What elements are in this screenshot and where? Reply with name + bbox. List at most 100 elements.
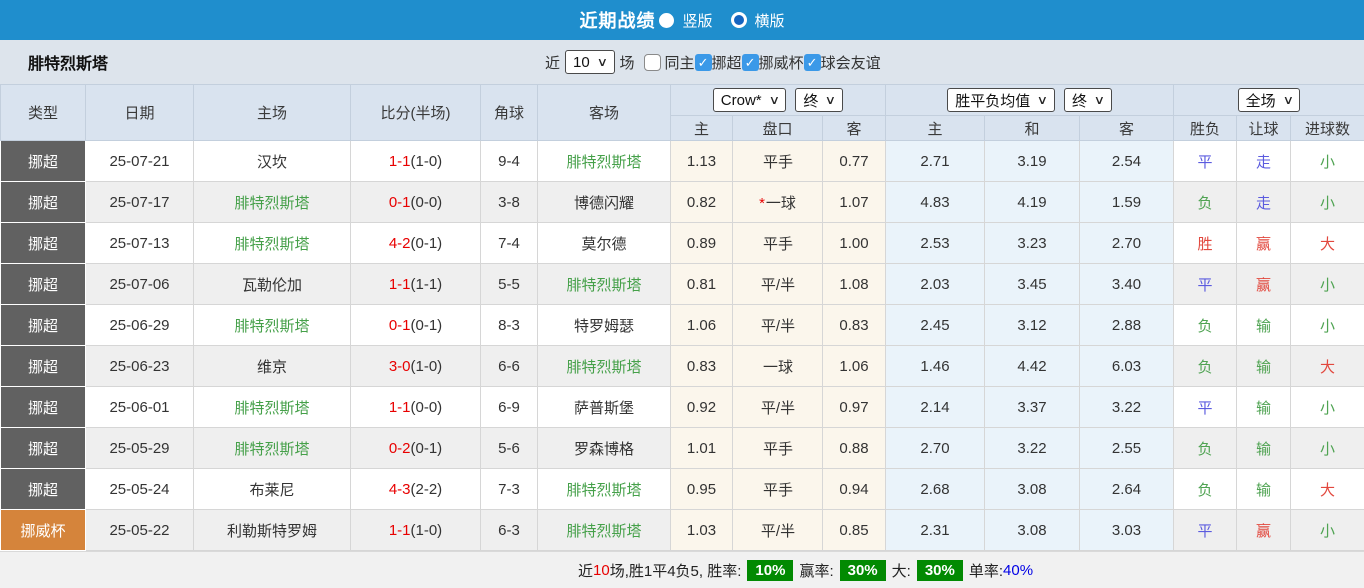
table-row: 挪超 25-07-21 汉坎 1-1(1-0) 9-4 腓特烈斯塔 1.13 平… bbox=[1, 141, 1364, 182]
radio-vertical-label[interactable]: 竖版 bbox=[682, 10, 712, 31]
fulltime-score: 0-2 bbox=[389, 440, 411, 457]
cell-avg-home-odds: 2.14 bbox=[886, 387, 985, 428]
chevron-down-icon: ∨ bbox=[596, 56, 607, 68]
checkbox-unchecked-icon[interactable] bbox=[644, 54, 661, 71]
bookmaker-select[interactable]: Crow* ∨ bbox=[713, 88, 787, 112]
cell-avg-away-odds: 3.40 bbox=[1080, 264, 1174, 305]
radio-horizontal-label[interactable]: 横版 bbox=[755, 10, 785, 31]
subcol-goals-result: 进球数 bbox=[1291, 116, 1364, 141]
cell-ah-home-odds: 1.13 bbox=[671, 141, 733, 182]
cell-date: 25-07-06 bbox=[86, 264, 194, 305]
cell-goals-result: 小 bbox=[1291, 510, 1364, 551]
summary-prefix: 近 bbox=[578, 560, 593, 581]
cell-date: 25-06-23 bbox=[86, 346, 194, 387]
subcol-avg-home: 主 bbox=[886, 116, 985, 141]
cell-away-team: 特罗姆瑟 bbox=[538, 305, 671, 346]
cell-avg-draw-odds: 3.08 bbox=[985, 469, 1080, 510]
match-count-select[interactable]: 10 ∨ bbox=[565, 50, 614, 74]
line-text: 平/半 bbox=[761, 523, 795, 540]
cell-handicap-result: 输 bbox=[1237, 469, 1291, 510]
cell-avg-home-odds: 2.71 bbox=[886, 141, 985, 182]
cell-avg-away-odds: 2.64 bbox=[1080, 469, 1174, 510]
chevron-down-icon: ∨ bbox=[1037, 94, 1048, 106]
cell-date: 25-07-13 bbox=[86, 223, 194, 264]
filter-checkbox-同主[interactable]: 同主 bbox=[640, 52, 695, 73]
cell-wdl-result: 平 bbox=[1174, 141, 1237, 182]
topbar: 近期战绩 竖版 横版 bbox=[0, 0, 1364, 40]
cell-handicap-result: 走 bbox=[1237, 141, 1291, 182]
cell-ah-away-odds: 0.97 bbox=[823, 387, 886, 428]
cell-avg-home-odds: 2.53 bbox=[886, 223, 985, 264]
handicap-time-value: 终 bbox=[803, 90, 818, 111]
cell-home-team: 腓特烈斯塔 bbox=[194, 387, 351, 428]
cell-away-team: 博德闪耀 bbox=[538, 182, 671, 223]
cell-league-type: 挪超 bbox=[1, 264, 86, 305]
cell-avg-home-odds: 2.45 bbox=[886, 305, 985, 346]
cell-home-team: 瓦勒伦加 bbox=[194, 264, 351, 305]
cell-ah-away-odds: 1.06 bbox=[823, 346, 886, 387]
halftime-score: (0-1) bbox=[411, 235, 443, 252]
filter-checkbox-挪超[interactable]: ✓挪超 bbox=[695, 52, 742, 73]
filter-checkbox-球会友谊[interactable]: ✓球会友谊 bbox=[804, 52, 881, 73]
line-text: 一球 bbox=[763, 359, 793, 376]
col-header-home: 主场 bbox=[194, 85, 351, 141]
handicap-time-select[interactable]: 终 ∨ bbox=[795, 88, 843, 112]
cell-corners: 9-4 bbox=[481, 141, 538, 182]
radio-horizontal-layout[interactable] bbox=[731, 12, 747, 28]
cell-avg-home-odds: 1.46 bbox=[886, 346, 985, 387]
cell-score: 1-1(1-0) bbox=[351, 510, 481, 551]
cell-handicap-result: 赢 bbox=[1237, 223, 1291, 264]
cell-ah-line: *一球 bbox=[733, 182, 823, 223]
halftime-score: (0-0) bbox=[411, 399, 443, 416]
cell-ah-home-odds: 0.89 bbox=[671, 223, 733, 264]
filter-bar: 腓特烈斯塔 近 10 ∨ 场 同主✓挪超✓挪威杯✓球会友谊 bbox=[0, 40, 1364, 84]
cell-away-team: 萨普斯堡 bbox=[538, 387, 671, 428]
halftime-score: (1-0) bbox=[411, 522, 443, 539]
cell-ah-home-odds: 0.82 bbox=[671, 182, 733, 223]
chevron-down-icon: ∨ bbox=[825, 94, 836, 106]
period-select[interactable]: 全场 ∨ bbox=[1238, 88, 1301, 112]
col-header-away: 客场 bbox=[538, 85, 671, 141]
cell-score: 1-1(1-1) bbox=[351, 264, 481, 305]
subcol-avg-draw: 和 bbox=[985, 116, 1080, 141]
cell-avg-draw-odds: 3.37 bbox=[985, 387, 1080, 428]
cell-goals-result: 小 bbox=[1291, 141, 1364, 182]
wdl-time-select[interactable]: 终 ∨ bbox=[1064, 88, 1112, 112]
radio-vertical-layout[interactable] bbox=[659, 13, 674, 28]
cell-wdl-result: 负 bbox=[1174, 346, 1237, 387]
line-text: 平手 bbox=[763, 482, 793, 499]
halftime-score: (0-0) bbox=[411, 194, 443, 211]
table-row: 挪超 25-07-06 瓦勒伦加 1-1(1-1) 5-5 腓特烈斯塔 0.81… bbox=[1, 264, 1364, 305]
period-select-value: 全场 bbox=[1246, 90, 1276, 111]
cell-ah-away-odds: 1.08 bbox=[823, 264, 886, 305]
checkbox-checked-icon[interactable]: ✓ bbox=[695, 54, 712, 71]
subcol-ah-home: 主 bbox=[671, 116, 733, 141]
subcol-handicap-result: 让球 bbox=[1237, 116, 1291, 141]
halftime-score: (1-0) bbox=[411, 153, 443, 170]
wdl-average-select[interactable]: 胜平负均值 ∨ bbox=[947, 88, 1055, 112]
cell-ah-away-odds: 0.83 bbox=[823, 305, 886, 346]
table-row: 挪超 25-06-23 维京 3-0(1-0) 6-6 腓特烈斯塔 0.83 一… bbox=[1, 346, 1364, 387]
checkbox-checked-icon[interactable]: ✓ bbox=[804, 54, 821, 71]
filter-checkbox-挪威杯[interactable]: ✓挪威杯 bbox=[742, 52, 804, 73]
cell-ah-home-odds: 1.03 bbox=[671, 510, 733, 551]
cell-ah-line: 平/半 bbox=[733, 510, 823, 551]
halftime-score: (1-1) bbox=[411, 276, 443, 293]
col-header-type: 类型 bbox=[1, 85, 86, 141]
filter-checkboxes: 同主✓挪超✓挪威杯✓球会友谊 bbox=[640, 52, 881, 73]
cell-goals-result: 小 bbox=[1291, 387, 1364, 428]
cell-away-team: 莫尔德 bbox=[538, 223, 671, 264]
cell-league-type: 挪威杯 bbox=[1, 510, 86, 551]
cell-avg-home-odds: 4.83 bbox=[886, 182, 985, 223]
checkbox-checked-icon[interactable]: ✓ bbox=[742, 54, 759, 71]
cell-avg-draw-odds: 3.45 bbox=[985, 264, 1080, 305]
cell-corners: 6-9 bbox=[481, 387, 538, 428]
fulltime-score: 3-0 bbox=[389, 358, 411, 375]
fulltime-score: 1-1 bbox=[389, 276, 411, 293]
results-table: 类型 日期 主场 比分(半场) 角球 客场 Crow* ∨ 终 ∨ bbox=[0, 84, 1364, 551]
summary-record: 场,胜1平4负5, 胜率: bbox=[610, 560, 742, 581]
big-rate-label: 大: bbox=[892, 560, 911, 581]
cell-handicap-result: 输 bbox=[1237, 428, 1291, 469]
fulltime-score: 1-1 bbox=[389, 522, 411, 539]
cell-ah-home-odds: 0.95 bbox=[671, 469, 733, 510]
